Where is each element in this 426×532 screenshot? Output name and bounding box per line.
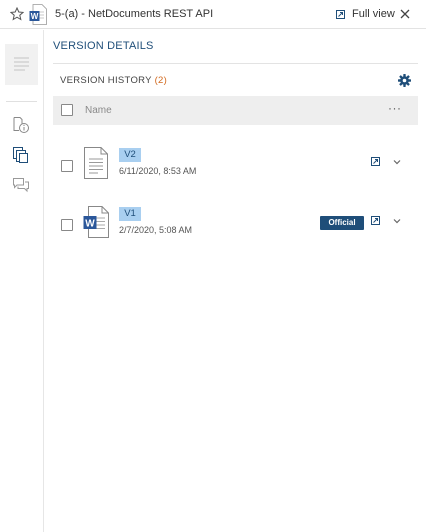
star-icon[interactable] [10, 7, 24, 21]
svg-text:W: W [85, 219, 95, 230]
document-preview-icon [14, 57, 29, 71]
chevron-down-icon[interactable] [392, 216, 402, 226]
version-details-panel: VERSION DETAILS VERSION HISTORY (2) Name… [44, 30, 426, 532]
name-column-header[interactable]: Name [85, 105, 112, 116]
table-header: Name ··· [53, 96, 418, 125]
svg-text:W: W [31, 12, 39, 21]
version-history-title: VERSION HISTORY (2) [60, 75, 167, 86]
version-history-label: VERSION HISTORY [60, 75, 152, 86]
more-options-button[interactable]: ··· [388, 102, 402, 114]
version-label[interactable]: V2 [119, 148, 141, 162]
window-title: 5-(a) - NetDocuments REST API [55, 8, 214, 20]
open-external-icon [336, 9, 345, 19]
gear-icon[interactable] [398, 74, 411, 87]
version-date: 6/11/2020, 8:53 AM [119, 166, 197, 176]
chevron-down-icon[interactable] [392, 157, 402, 167]
info-icon[interactable] [12, 116, 30, 134]
rail-divider [6, 101, 37, 102]
comments-icon[interactable] [12, 176, 30, 194]
app-window: W 5-(a) - NetDocuments REST API Full vie… [0, 0, 426, 532]
open-external-icon[interactable] [371, 157, 380, 166]
heading-divider [53, 63, 418, 64]
document-icon [84, 147, 108, 179]
row-checkbox[interactable] [61, 160, 73, 172]
version-row[interactable]: W V1 2/7/2020, 5:08 AM Official [53, 206, 418, 256]
select-all-checkbox[interactable] [61, 104, 73, 116]
versions-icon[interactable] [12, 146, 30, 164]
title-bar: W 5-(a) - NetDocuments REST API Full vie… [0, 0, 426, 29]
version-row[interactable]: V2 6/11/2020, 8:53 AM [53, 147, 418, 197]
word-document-icon: W [29, 4, 47, 25]
official-badge: Official [320, 216, 364, 230]
open-external-icon[interactable] [371, 216, 380, 225]
full-view-label: Full view [352, 8, 395, 20]
row-checkbox[interactable] [61, 219, 73, 231]
full-view-button[interactable]: Full view [336, 6, 395, 22]
version-count: (2) [154, 75, 168, 86]
left-rail [0, 30, 44, 532]
panel-heading: VERSION DETAILS [53, 40, 154, 52]
close-icon[interactable] [398, 7, 412, 21]
version-label[interactable]: V1 [119, 207, 141, 221]
document-preview-button[interactable] [5, 44, 38, 85]
word-document-icon: W [83, 206, 109, 238]
version-date: 2/7/2020, 5:08 AM [119, 225, 193, 235]
